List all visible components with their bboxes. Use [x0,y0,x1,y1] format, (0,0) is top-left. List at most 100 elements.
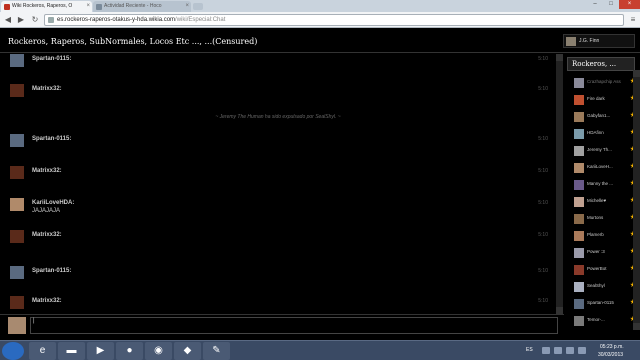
avatar [574,214,584,224]
scroll-down-icon[interactable] [633,323,640,330]
sidebar-scrollbar[interactable] [633,70,640,330]
firefox-icon[interactable]: ● [116,342,143,360]
back-icon[interactable]: ◀ [3,15,13,25]
battery-icon[interactable] [578,347,586,354]
user-list-item[interactable]: KariiLoveH...★ [572,161,636,176]
close-tab-icon[interactable]: × [185,1,189,12]
user-list-item[interactable]: HDAfinn★ [572,127,636,142]
internet-explorer-icon[interactable]: e [29,342,56,360]
user-list-item[interactable]: PowerBot★ [572,263,636,278]
user-list-item[interactable]: Gabyfan1...★ [572,110,636,125]
network-icon[interactable] [554,347,562,354]
close-window-button[interactable]: × [619,0,640,9]
volume-icon[interactable] [566,347,574,354]
message-time: 5:10 [538,298,548,304]
wikia-favicon-icon [4,4,10,10]
user-list-item[interactable]: Manny the ...★ [572,178,636,193]
avatar [574,265,584,275]
user-name: Plamerb [587,232,604,237]
user-name: SealShyl [587,283,605,288]
maximize-button[interactable]: □ [603,0,619,9]
user-name: Temor-... [587,317,605,322]
reload-icon[interactable]: ↻ [30,15,40,25]
avatar[interactable] [10,266,24,279]
message-time: 5:10 [538,86,548,92]
inline-alert: ~ Jeremy The Human ha sido expulsado por… [215,114,341,120]
user-list-item[interactable]: Power :3★ [572,246,636,261]
message-username[interactable]: Matrixx32: [32,168,62,174]
avatar[interactable] [10,134,24,147]
clock-date: 30/03/2013 [598,352,624,358]
chat-input[interactable]: | [30,317,558,334]
message-username[interactable]: Matrixx32: [32,298,62,304]
user-name: Crazhapchip Assassin [587,79,621,84]
language-indicator[interactable]: ES [526,347,533,353]
avatar [566,37,576,46]
user-name: HDAfinn [587,130,604,135]
avatar [574,129,584,139]
user-list-item[interactable]: Michelle♥★ [572,195,636,210]
scroll-down-icon[interactable] [556,307,563,314]
room-name-tab[interactable]: Rockeros, ... [567,57,635,71]
chat-header: Rockeros, Raperos, SubNormales, Locos Et… [0,29,640,53]
clock-time: 05:23 p.m. [600,344,624,350]
paint-icon[interactable]: ✎ [203,342,230,360]
app-icon[interactable]: ◆ [174,342,201,360]
chrome-icon[interactable]: ◉ [145,342,172,360]
avatar [8,317,26,334]
message-username[interactable]: KariiLoveHDA: [32,200,74,206]
message-username[interactable]: Matrixx32: [32,86,62,92]
scroll-up-icon[interactable] [633,70,640,77]
url-path: /wiki/Especial:Chat [175,17,226,23]
current-user-box[interactable]: J.G. Finn [563,34,635,48]
close-tab-icon[interactable]: × [86,1,90,12]
message-list: ~ Jeremy The Human ha sido expulsado por… [0,54,556,314]
message-username[interactable]: Spartan-0115: [32,268,71,274]
avatar[interactable] [10,166,24,179]
new-tab-button[interactable] [193,3,203,10]
message-username[interactable]: Spartan-0115: [32,56,71,62]
system-tray: ES 05:23 p.m. 30/03/2013 [520,341,640,360]
avatar [574,78,584,88]
avatar[interactable] [10,54,24,67]
address-bar[interactable]: es.rockeros-raperos-otakus-y-hda.wikia.c… [44,14,624,26]
tab-wiki[interactable]: Wiki Rockeros, Raperos, O × [1,1,92,12]
avatar [574,248,584,258]
message-username[interactable]: Spartan-0115: [32,136,71,142]
url-host: es.rockeros-raperos-otakus-y-hda.wikia.c… [57,17,176,23]
user-list-item[interactable]: Crazhapchip Assassin★ [572,76,636,91]
user-list-item[interactable]: Plamerb★ [572,229,636,244]
avatar [574,316,584,326]
user-list-item[interactable]: Spartan-0115★ [572,297,636,312]
forward-icon[interactable]: ▶ [16,15,26,25]
user-name: Fire dark [587,96,605,101]
media-player-icon[interactable]: ▶ [87,342,114,360]
user-list-item[interactable]: Fire dark★ [572,93,636,108]
user-name: Jeremy Th... [587,147,612,152]
minimize-button[interactable]: – [587,0,603,9]
message-username[interactable]: Matrixx32: [32,232,62,238]
message-scrollbar[interactable] [556,54,563,314]
avatar[interactable] [10,230,24,243]
avatar [574,163,584,173]
wrench-icon[interactable]: ≡ [628,15,638,25]
chat-message: Spartan-0115: 5:10 [10,54,556,74]
start-button[interactable] [2,342,24,360]
avatar [574,146,584,156]
tray-icon[interactable] [542,347,550,354]
avatar[interactable] [10,296,24,309]
avatar[interactable] [10,84,24,97]
avatar [574,112,584,122]
tab-activity[interactable]: Actividad Reciente - Hoco × [93,1,191,12]
user-name: Gabyfan1... [587,113,611,118]
user-list-item[interactable]: SealShyl★ [572,280,636,295]
scroll-up-icon[interactable] [556,54,563,61]
avatar[interactable] [10,198,24,211]
message-time: 5:10 [538,168,548,174]
user-list-item[interactable]: Jeremy Th...★ [572,144,636,159]
folder-icon[interactable]: ▬ [58,342,85,360]
user-list-item[interactable]: Temor-...★ [572,314,636,329]
chat-message: Matrixx32: 5:10 [10,84,556,104]
user-list-item[interactable]: Murtons★ [572,212,636,227]
chat-message: Matrixx32: 5:10 [10,230,556,250]
